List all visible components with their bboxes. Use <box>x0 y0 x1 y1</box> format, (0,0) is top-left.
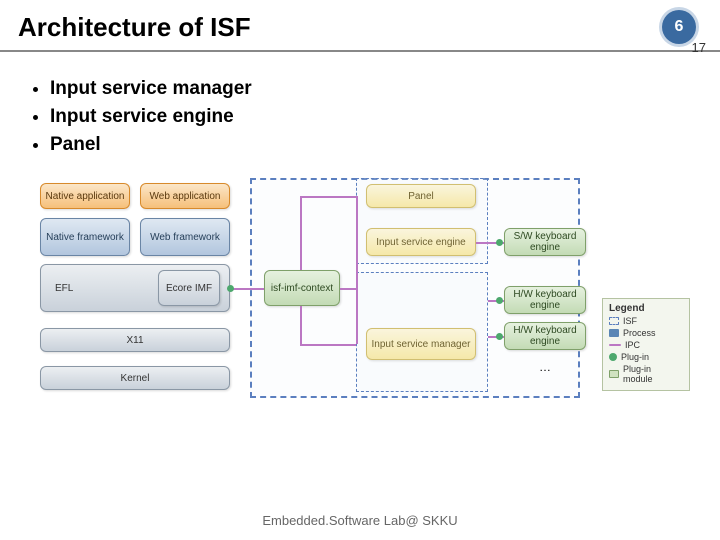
legend-label: Plug-in module <box>623 364 683 384</box>
connector-line <box>356 196 358 344</box>
box-native-application: Native application <box>40 183 130 209</box>
connector-line <box>300 306 302 346</box>
legend-swatch-plugin-module-icon <box>609 370 619 378</box>
legend-panel: Legend ISF Process IPC Plug-in Plug-in m… <box>602 298 690 391</box>
connector-line <box>230 288 264 290</box>
isf-subgroup-panel-ise <box>356 178 488 264</box>
architecture-diagram: Native application Web application Nativ… <box>30 178 690 468</box>
connector-line <box>300 344 356 346</box>
footer-text: Embedded.Software Lab@ SKKU <box>0 513 720 528</box>
bullet-item: Input service engine <box>50 106 690 128</box>
connector-line <box>300 196 302 270</box>
connector-line <box>300 196 356 198</box>
box-hw-keyboard-engine-1: H/W keyboard engine <box>504 286 586 314</box>
box-hw-keyboard-engine-2: H/W keyboard engine <box>504 322 586 350</box>
bullet-item: Panel <box>50 134 690 156</box>
legend-swatch-isf-icon <box>609 317 619 325</box>
box-kernel: Kernel <box>40 366 230 390</box>
legend-label: Plug-in <box>621 352 649 362</box>
page-number-current: 6 <box>662 10 696 44</box>
legend-label: IPC <box>625 340 640 350</box>
page-title: Architecture of ISF <box>18 12 662 43</box>
box-isf-imf-context: isf-imf-context <box>264 270 340 306</box>
box-web-framework: Web framework <box>140 218 230 256</box>
legend-swatch-plugin-icon <box>609 353 617 361</box>
plugin-dot-icon <box>227 285 234 292</box>
legend-label: Process <box>623 328 656 338</box>
box-web-application: Web application <box>140 183 230 209</box>
bullet-list: Input service manager Input service engi… <box>0 52 720 172</box>
legend-swatch-process-icon <box>609 329 619 337</box>
box-ecore-imf: Ecore IMF <box>158 270 220 306</box>
box-native-framework: Native framework <box>40 218 130 256</box>
box-ellipsis: … <box>504 358 586 378</box>
plugin-dot-icon <box>496 333 503 340</box>
box-x11: X11 <box>40 328 230 352</box>
legend-title: Legend <box>609 303 683 314</box>
bullet-item: Input service manager <box>50 78 690 100</box>
connector-line <box>340 288 356 290</box>
legend-label: ISF <box>623 316 637 326</box>
plugin-dot-icon <box>496 297 503 304</box>
box-sw-keyboard-engine: S/W keyboard engine <box>504 228 586 256</box>
page-number-total: 17 <box>692 40 706 55</box>
legend-swatch-ipc-icon <box>609 344 621 346</box>
plugin-dot-icon <box>496 239 503 246</box>
isf-subgroup-ism <box>356 272 488 392</box>
